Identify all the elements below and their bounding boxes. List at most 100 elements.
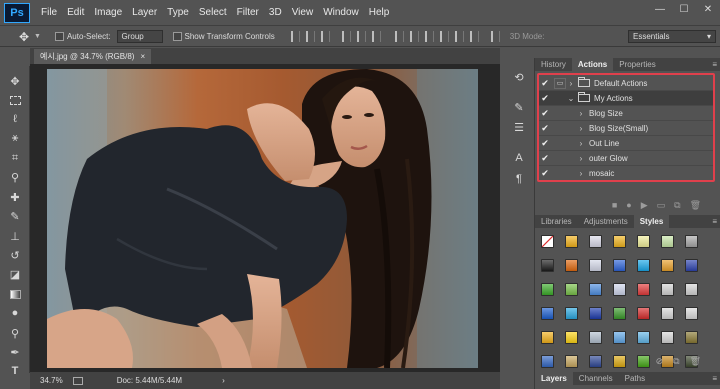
type-icon[interactable]: T [8,364,22,378]
tab-styles[interactable]: Styles [633,215,670,228]
dialog-toggle-icon[interactable]: ▭ [554,77,566,89]
tab-history[interactable]: History [535,58,572,71]
tab-actions[interactable]: Actions [571,58,614,71]
align-vcenter-icon[interactable] [305,31,315,42]
clear-style-icon[interactable]: ⊘ [656,356,664,367]
lasso-icon[interactable]: ℓ [8,112,22,126]
blur-icon[interactable]: ● [8,306,22,320]
action-row[interactable]: ✔ › mosaic [539,166,713,181]
action-row[interactable]: ✔ › Blog Size [539,106,713,121]
close-tab-icon[interactable]: × [140,52,145,61]
style-swatch[interactable] [637,235,650,248]
panel-menu-icon[interactable]: ≡ [712,374,717,383]
menu-layer[interactable]: Layer [127,7,162,18]
style-swatch[interactable] [637,283,650,296]
status-arrow-icon[interactable]: › [222,376,225,385]
eraser-icon[interactable]: ◪ [8,267,22,281]
menu-window[interactable]: Window [318,7,364,18]
style-swatch[interactable] [541,307,554,320]
menu-image[interactable]: Image [89,7,127,18]
style-swatch[interactable] [613,307,626,320]
auto-select-checkbox[interactable] [54,32,64,41]
style-swatch[interactable] [565,235,578,248]
clone-stamp-icon[interactable]: ⊥ [8,229,22,243]
tab-layers[interactable]: Layers [535,372,573,385]
brush-icon[interactable]: ✎ [8,209,22,223]
menu-view[interactable]: View [287,7,319,18]
brush-panel-icon[interactable]: ✎ [512,100,526,114]
expand-arrow-icon[interactable]: › [566,79,576,88]
history-panel-icon[interactable]: ⟲ [512,70,526,84]
style-swatch[interactable] [613,259,626,272]
dialog-toggle-icon[interactable] [554,93,566,104]
style-swatch[interactable] [685,331,698,344]
menu-type[interactable]: Type [162,7,194,18]
zoom-level[interactable]: 34.7% [40,376,63,385]
style-swatch[interactable] [613,331,626,344]
menu-select[interactable]: Select [194,7,232,18]
toggle-check-icon[interactable]: ✔ [539,168,551,179]
menu-file[interactable]: File [36,7,62,18]
toggle-check-icon[interactable]: ✔ [539,93,551,104]
align-bottom-icon[interactable] [320,31,330,42]
action-row[interactable]: ✔ › Out Line [539,136,713,151]
dialog-toggle-icon[interactable] [554,153,566,164]
menu-edit[interactable]: Edit [62,7,89,18]
style-swatch[interactable] [661,307,674,320]
show-transform-checkbox[interactable] [172,32,182,41]
move-tool-icon[interactable]: ✥ [16,29,32,45]
align-hcenter-icon[interactable] [356,31,366,42]
panel-menu-icon[interactable]: ≡ [712,217,717,226]
distribute-bottom-icon[interactable] [424,31,434,42]
style-swatch[interactable] [541,259,554,272]
adjust-panel-icon[interactable]: ☰ [512,120,526,134]
menu-3d[interactable]: 3D [264,7,287,18]
action-set-row[interactable]: ✔ ▭ › Default Actions [539,76,713,91]
style-swatch[interactable] [589,307,602,320]
workspace-dropdown[interactable]: Essentials ▾ [628,30,716,43]
trash-icon[interactable]: 🗑 [690,356,701,367]
paragraph-panel-icon[interactable]: ¶ [512,172,526,186]
style-swatch[interactable] [565,307,578,320]
document-image[interactable] [47,69,478,368]
chevron-down-icon[interactable]: ▼ [34,33,41,40]
expand-arrow-icon[interactable]: › [576,169,586,178]
show-transform-option[interactable]: Show Transform Controls [172,32,275,41]
play-icon[interactable]: ▶ [641,200,648,211]
style-swatch[interactable] [661,235,674,248]
style-swatch[interactable] [565,331,578,344]
style-swatch[interactable] [589,259,602,272]
document-tab[interactable]: 예시.jpg @ 34.7% (RGB/8) × [34,49,152,64]
close-button[interactable]: ✕ [696,0,720,18]
character-panel-icon[interactable]: A [512,151,526,165]
style-swatch[interactable] [685,235,698,248]
tab-libraries[interactable]: Libraries [535,215,578,228]
toggle-check-icon[interactable]: ✔ [539,138,551,149]
marquee-icon[interactable] [8,93,22,107]
healing-brush-icon[interactable]: ✚ [8,190,22,204]
move-icon[interactable]: ✥ [8,74,22,88]
history-brush-icon[interactable]: ↺ [8,248,22,262]
toggle-check-icon[interactable]: ✔ [539,78,551,89]
style-swatch[interactable] [637,307,650,320]
style-swatch[interactable] [661,259,674,272]
stop-icon[interactable]: ■ [612,200,617,210]
align-left-icon[interactable] [341,31,351,42]
align-top-icon[interactable] [290,31,300,42]
menu-help[interactable]: Help [364,7,395,18]
expand-arrow-icon[interactable]: › [576,154,586,163]
toggle-check-icon[interactable]: ✔ [539,108,551,119]
record-icon[interactable]: ● [626,200,631,210]
expand-arrow-icon[interactable]: › [576,124,586,133]
magic-wand-icon[interactable]: ⚹ [8,131,22,145]
pen-icon[interactable]: ✒ [8,345,22,359]
style-swatch[interactable] [565,283,578,296]
maximize-button[interactable]: ☐ [672,0,696,18]
style-swatch[interactable] [685,307,698,320]
style-swatch[interactable] [589,283,602,296]
style-swatch[interactable] [661,331,674,344]
distribute-right-icon[interactable] [469,31,479,42]
auto-align-icon[interactable] [490,31,500,42]
new-style-icon[interactable]: ⧉ [673,356,679,367]
style-swatch[interactable] [613,235,626,248]
